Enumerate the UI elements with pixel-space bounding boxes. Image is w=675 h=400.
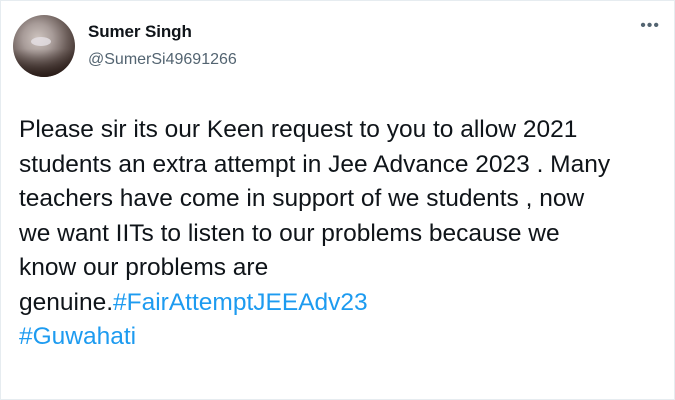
tweet-text-line-last: genuine.#FairAttemptJEEAdv23	[19, 286, 669, 321]
tweet-text-line: teachers have come in support of we stud…	[19, 185, 585, 212]
author-handle[interactable]: @SumerSi49691266	[88, 51, 237, 69]
hashtag-link[interactable]: #FairAttemptJEEAdv23	[113, 289, 368, 316]
tweet-text: Please sir its our Keen request to you t…	[19, 113, 669, 355]
hashtag-link[interactable]: #Guwahati	[19, 323, 136, 350]
author-name[interactable]: Sumer Singh	[88, 22, 192, 42]
avatar-shadow	[13, 49, 75, 77]
tweet-text-line: Please sir its our Keen request to you t…	[19, 116, 578, 143]
avatar[interactable]	[13, 15, 75, 77]
ellipsis-icon: •••	[640, 17, 660, 34]
tweet-text-line: students an extra attempt in Jee Advance…	[19, 150, 611, 178]
tweet-text-line: know our problems are	[19, 254, 269, 281]
avatar-highlight	[31, 37, 51, 46]
tweet-text-line: #Guwahati	[19, 320, 669, 355]
tweet-text-fragment: genuine.	[19, 288, 114, 316]
tweet-card: Sumer Singh @SumerSi49691266 ••• Please …	[0, 0, 675, 400]
more-options-button[interactable]: •••	[640, 18, 660, 34]
tweet-text-line: we want IITs to listen to our problems b…	[19, 219, 560, 247]
